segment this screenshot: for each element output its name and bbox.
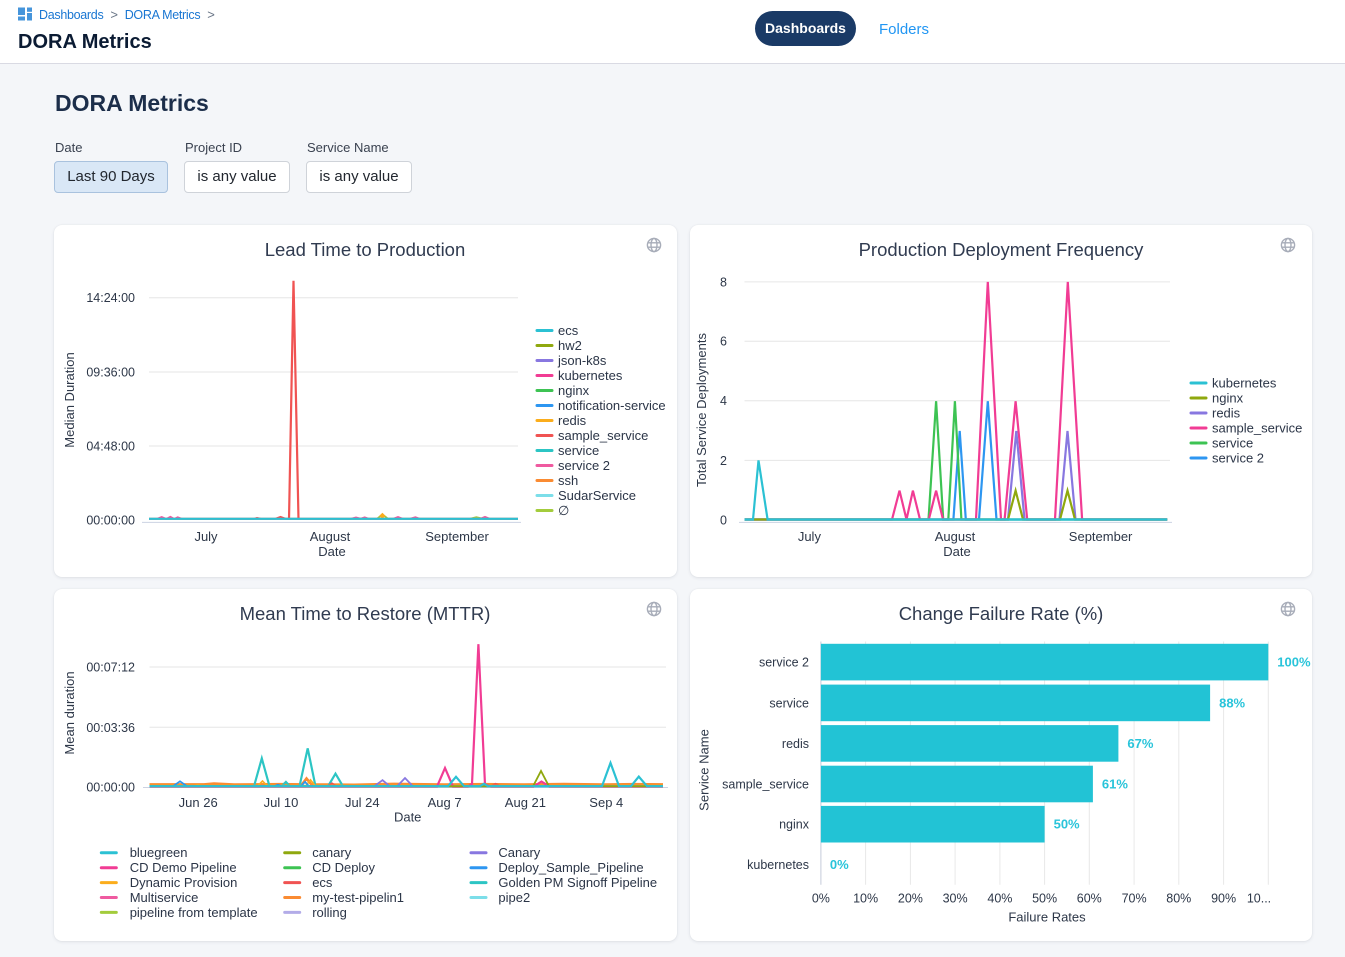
svg-text:67%: 67% bbox=[1127, 736, 1153, 751]
svg-text:Lead Time to Production: Lead Time to Production bbox=[265, 239, 466, 260]
svg-text:Failure Rates: Failure Rates bbox=[1008, 910, 1086, 925]
svg-text:Jun 26: Jun 26 bbox=[179, 795, 218, 810]
svg-text:SudarService: SudarService bbox=[558, 488, 636, 503]
svg-text:canary: canary bbox=[312, 845, 352, 860]
svg-text:Deploy_Sample_Pipeline: Deploy_Sample_Pipeline bbox=[498, 860, 643, 875]
svg-text:50%: 50% bbox=[1054, 817, 1080, 832]
svg-text:sample_service: sample_service bbox=[558, 428, 648, 443]
svg-text:00:00:00: 00:00:00 bbox=[86, 513, 135, 527]
svg-text:kubernetes: kubernetes bbox=[558, 368, 623, 383]
svg-text:88%: 88% bbox=[1219, 695, 1245, 710]
svg-text:bluegreen: bluegreen bbox=[130, 845, 188, 860]
svg-text:Multiservice: Multiservice bbox=[130, 890, 199, 905]
svg-text:Aug 7: Aug 7 bbox=[428, 795, 462, 810]
svg-text:sample_service: sample_service bbox=[1212, 420, 1302, 435]
svg-text:40%: 40% bbox=[987, 892, 1012, 906]
svg-text:Median Duration: Median Duration bbox=[62, 352, 77, 447]
svg-text:kubernetes: kubernetes bbox=[747, 858, 809, 872]
svg-text:ecs: ecs bbox=[558, 323, 579, 338]
svg-text:Date: Date bbox=[318, 544, 345, 559]
svg-text:0: 0 bbox=[720, 513, 727, 527]
svg-text:Production Deployment Frequenc: Production Deployment Frequency bbox=[859, 239, 1145, 260]
svg-text:August: August bbox=[935, 529, 976, 544]
svg-text:Date: Date bbox=[394, 810, 421, 825]
svg-text:10...: 10... bbox=[1247, 892, 1271, 906]
svg-text:Date: Date bbox=[943, 544, 970, 559]
svg-text:rolling: rolling bbox=[312, 905, 347, 920]
svg-text:CD Deploy: CD Deploy bbox=[312, 860, 375, 875]
svg-text:10%: 10% bbox=[853, 892, 878, 906]
svg-text:notification-service: notification-service bbox=[558, 398, 666, 413]
svg-text:hw2: hw2 bbox=[558, 338, 582, 353]
svg-text:6: 6 bbox=[720, 335, 727, 349]
svg-text:0%: 0% bbox=[830, 857, 849, 872]
svg-text:nginx: nginx bbox=[779, 818, 810, 832]
svg-text:00:07:12: 00:07:12 bbox=[86, 660, 135, 674]
svg-text:sample_service: sample_service bbox=[722, 777, 809, 791]
svg-text:service 2: service 2 bbox=[1212, 450, 1264, 465]
svg-text:pipeline from template: pipeline from template bbox=[130, 905, 258, 920]
svg-text:July: July bbox=[194, 529, 218, 544]
svg-text:nginx: nginx bbox=[558, 383, 590, 398]
svg-text:service 2: service 2 bbox=[558, 458, 610, 473]
svg-text:Mean Time to Restore (MTTR): Mean Time to Restore (MTTR) bbox=[240, 603, 491, 624]
svg-text:service: service bbox=[1212, 435, 1253, 450]
svg-text:Jul 10: Jul 10 bbox=[264, 795, 299, 810]
svg-text:redis: redis bbox=[1212, 405, 1241, 420]
svg-text:00:00:00: 00:00:00 bbox=[86, 780, 135, 794]
svg-text:September: September bbox=[425, 529, 489, 544]
svg-text:ssh: ssh bbox=[558, 473, 578, 488]
svg-text:redis: redis bbox=[558, 413, 587, 428]
svg-text:Golden PM Signoff Pipeline: Golden PM Signoff Pipeline bbox=[498, 875, 657, 890]
svg-text:service: service bbox=[769, 696, 809, 710]
svg-text:service 2: service 2 bbox=[759, 656, 809, 670]
svg-text:0%: 0% bbox=[812, 892, 830, 906]
svg-text:my-test-pipelin1: my-test-pipelin1 bbox=[312, 890, 404, 905]
svg-text:Jul 24: Jul 24 bbox=[345, 795, 380, 810]
svg-text:Change Failure Rate (%): Change Failure Rate (%) bbox=[899, 603, 1104, 624]
svg-text:90%: 90% bbox=[1211, 892, 1236, 906]
svg-text:September: September bbox=[1069, 529, 1133, 544]
svg-text:50%: 50% bbox=[1032, 892, 1057, 906]
svg-text:Service Name: Service Name bbox=[697, 729, 712, 811]
svg-text:CD Demo Pipeline: CD Demo Pipeline bbox=[130, 860, 237, 875]
svg-text:pipe2: pipe2 bbox=[498, 890, 530, 905]
svg-text:80%: 80% bbox=[1166, 892, 1191, 906]
svg-text:∅: ∅ bbox=[558, 503, 569, 518]
svg-text:70%: 70% bbox=[1122, 892, 1147, 906]
svg-text:Sep 4: Sep 4 bbox=[589, 795, 623, 810]
svg-text:61%: 61% bbox=[1102, 776, 1128, 791]
svg-text:August: August bbox=[310, 529, 351, 544]
svg-text:Aug 21: Aug 21 bbox=[505, 795, 546, 810]
svg-text:100%: 100% bbox=[1277, 655, 1311, 670]
svg-text:ecs: ecs bbox=[312, 875, 333, 890]
svg-text:2: 2 bbox=[720, 454, 727, 468]
svg-text:60%: 60% bbox=[1077, 892, 1102, 906]
svg-text:00:03:36: 00:03:36 bbox=[86, 721, 135, 735]
svg-text:Total Service Deployments: Total Service Deployments bbox=[694, 333, 709, 487]
svg-text:Canary: Canary bbox=[498, 845, 540, 860]
svg-text:30%: 30% bbox=[943, 892, 968, 906]
svg-text:service: service bbox=[558, 443, 599, 458]
svg-text:Mean duration: Mean duration bbox=[62, 671, 77, 754]
svg-text:04:48:00: 04:48:00 bbox=[86, 439, 135, 453]
svg-text:14:24:00: 14:24:00 bbox=[86, 291, 135, 305]
svg-text:redis: redis bbox=[782, 737, 809, 751]
svg-text:July: July bbox=[798, 529, 822, 544]
svg-text:09:36:00: 09:36:00 bbox=[86, 365, 135, 379]
svg-text:json-k8s: json-k8s bbox=[557, 353, 607, 368]
svg-text:nginx: nginx bbox=[1212, 390, 1244, 405]
svg-text:Dynamic Provision: Dynamic Provision bbox=[130, 875, 238, 890]
svg-text:4: 4 bbox=[720, 394, 727, 408]
svg-text:20%: 20% bbox=[898, 892, 923, 906]
svg-text:8: 8 bbox=[720, 275, 727, 289]
svg-text:kubernetes: kubernetes bbox=[1212, 375, 1277, 390]
